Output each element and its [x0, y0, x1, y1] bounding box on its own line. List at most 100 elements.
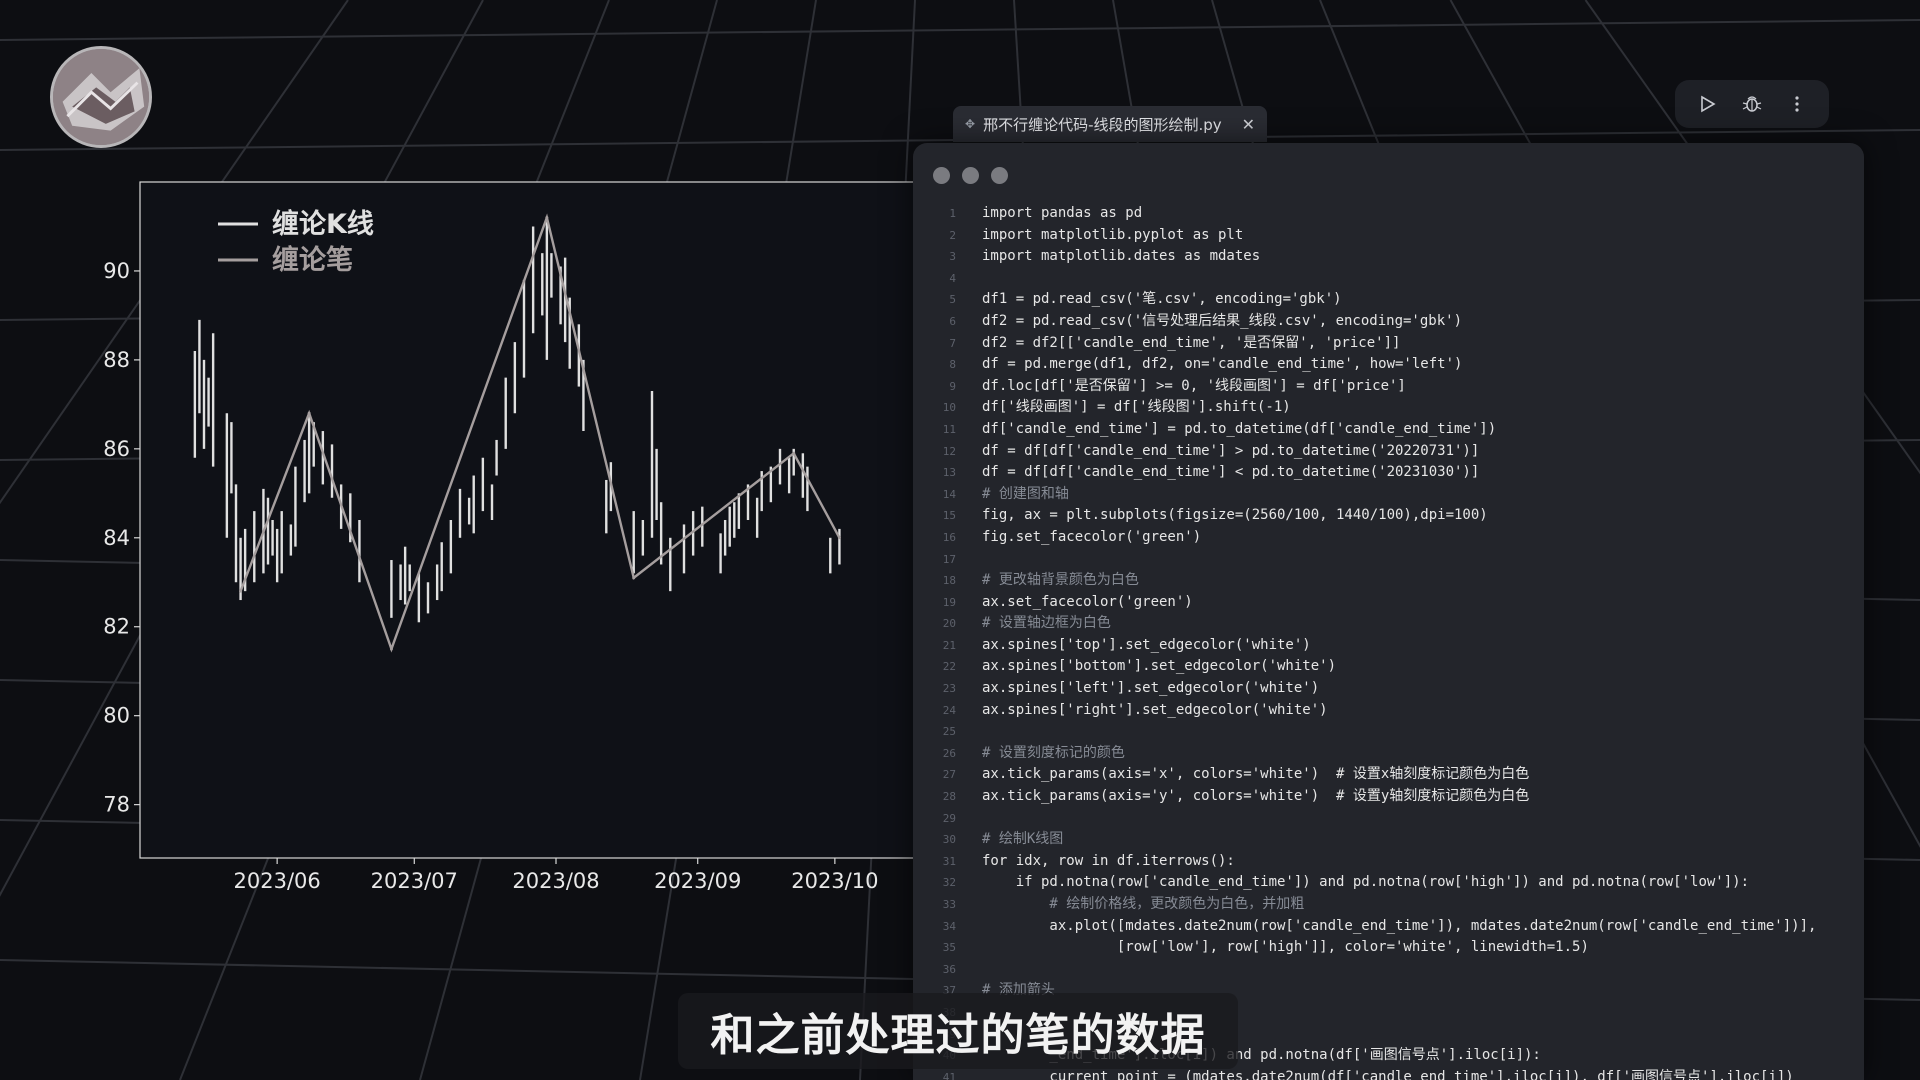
bug-icon: [1742, 96, 1762, 112]
line-number: 2: [949, 228, 956, 242]
y-tick-label: 78: [103, 793, 130, 817]
line-number: 32: [942, 876, 956, 890]
line-number: 30: [942, 833, 956, 847]
window-controls: [933, 167, 1008, 184]
line-number: 26: [942, 746, 956, 760]
bi-point: [837, 536, 841, 540]
more-button[interactable]: [1781, 88, 1813, 120]
line-number: 1: [949, 207, 956, 220]
code-line: 34 ax.plot([mdates.date2num(row['candle_…: [913, 916, 1864, 938]
line-number: 20: [942, 617, 956, 631]
code-text: ax.spines['top'].set_edgecolor('white'): [982, 636, 1311, 653]
line-number: 4: [949, 271, 956, 285]
line-number: 14: [942, 487, 956, 501]
line-number: 23: [942, 682, 956, 696]
bi-point: [545, 216, 549, 220]
line-number: 21: [942, 638, 956, 652]
code-text: df['candle_end_time'] = pd.to_datetime(d…: [982, 420, 1497, 437]
code-line: 35 [row['low'], row['high']], color='whi…: [913, 937, 1864, 959]
avatar-image: [53, 49, 149, 145]
code-text: df2 = df2[['candle_end_time', '是否保留', 'p…: [982, 334, 1401, 351]
y-tick-label: 80: [103, 704, 130, 728]
code-text: if pd.notna(row['candle_end_time']) and …: [982, 874, 1750, 891]
line-number: 33: [942, 898, 956, 911]
line-number: 13: [942, 466, 956, 480]
bi-point: [239, 589, 243, 593]
video-subtitle: 和之前处理过的笔的数据: [678, 993, 1238, 1069]
code-line: 27 ax.tick_params(axis='x', colors='white…: [913, 764, 1864, 786]
code-line: 28 ax.tick_params(axis='y', colors='white…: [913, 786, 1864, 808]
y-tick-label: 88: [103, 348, 130, 372]
code-line: 18 # 更改轴背景颜色为白色: [913, 570, 1864, 592]
code-text: ax.tick_params(axis='x', colors='white')…: [982, 766, 1530, 783]
play-icon: [1701, 95, 1716, 113]
plot-frame: [139, 181, 920, 859]
line-number: 10: [942, 401, 956, 415]
x-tick-label: 2023/08: [512, 869, 599, 890]
legend-label: 缠论K线: [272, 208, 374, 240]
line-number: 19: [942, 595, 956, 609]
code-text: fig, ax = plt.subplots(figsize=(2560/100…: [982, 507, 1488, 524]
window-maximize-dot[interactable]: [991, 167, 1008, 184]
editor-toolbar: [1675, 80, 1829, 128]
code-line: 17: [913, 549, 1864, 571]
bi-point: [389, 647, 393, 651]
kline-chart: 78 80 82 84 86 88 90 2023/06 2023/07 2023/08 2023/…: [103, 181, 920, 890]
code-line: 25: [913, 721, 1864, 743]
code-line: 30 # 绘制K线图: [913, 829, 1864, 851]
close-icon[interactable]: ✕: [1242, 115, 1255, 134]
run-button[interactable]: [1691, 88, 1723, 120]
line-number: 25: [942, 725, 956, 739]
line-number: 34: [942, 919, 956, 933]
code-line: 1 import pandas as pd: [913, 203, 1864, 225]
window-close-dot[interactable]: [933, 167, 950, 184]
code-line: 26 # 设置刻度标记的颜色: [913, 743, 1864, 765]
bi-point: [307, 411, 311, 415]
code-line: 6 df2 = pd.read_csv('信号处理后结果_线段.csv', enc…: [913, 311, 1864, 333]
bi-point: [792, 451, 796, 455]
code-line: 31 for idx, row in df.iterrows():: [913, 851, 1864, 873]
code-line: 24 ax.spines['right'].set_edgecolor('whit…: [913, 700, 1864, 722]
code-text: # 绘制价格线，更改颜色为白色，并加粗: [982, 896, 1305, 912]
code-text: # 设置刻度标记的颜色: [982, 744, 1125, 761]
window-minimize-dot[interactable]: [962, 167, 979, 184]
code-text: import pandas as pd: [982, 205, 1143, 221]
code-editor[interactable]: 1 import pandas as pd 2 import matplotlib.p…: [913, 143, 1864, 1080]
code-line: 10 df['线段画图'] = df['线段图'].shift(-1): [913, 397, 1864, 419]
line-number: 6: [949, 314, 956, 328]
code-text: df2 = pd.read_csv('信号处理后结果_线段.csv', enco…: [982, 312, 1463, 329]
code-text: df = df[df['candle_end_time'] > pd.to_da…: [982, 442, 1480, 459]
line-number: 27: [942, 768, 956, 782]
line-number: 18: [942, 574, 956, 588]
code-line: 23 ax.spines['left'].set_edgecolor('white…: [913, 678, 1864, 700]
line-number: 15: [942, 509, 956, 523]
code-line: 11 df['candle_end_time'] = pd.to_datetime…: [913, 419, 1864, 441]
code-text: # 设置轴边框为白色: [982, 615, 1111, 632]
code-text: # 更改轴背景颜色为白色: [982, 572, 1139, 589]
code-line: 36: [913, 959, 1864, 981]
code-text: ax.set_facecolor('green'): [982, 593, 1193, 610]
tab-file[interactable]: ✥ 邢不行缠论代码-线段的图形绘制.py ✕: [953, 106, 1267, 142]
code-line: 20 # 设置轴边框为白色: [913, 613, 1864, 635]
code-text: ax.plot([mdates.date2num(row['candle_end…: [982, 917, 1817, 934]
line-number: 5: [949, 293, 956, 307]
line-number: 17: [942, 552, 956, 566]
y-tick-label: 84: [103, 526, 130, 550]
line-number: 12: [942, 444, 956, 458]
code-line: 3 import matplotlib.dates as mdates: [913, 246, 1864, 268]
legend-label: 缠论笔: [272, 244, 353, 276]
code-text: import matplotlib.pyplot as plt: [982, 226, 1244, 243]
python-file-icon: ✥: [965, 117, 976, 131]
line-number: 31: [942, 854, 956, 868]
y-tick-label: 86: [103, 437, 130, 461]
code-text: ax.spines['bottom'].set_edgecolor('white…: [982, 658, 1337, 675]
line-number: 24: [942, 703, 956, 717]
debug-button[interactable]: [1736, 88, 1768, 120]
code-text: ax.spines['right'].set_edgecolor('white'…: [982, 701, 1328, 718]
code-text: fig.set_facecolor('green'): [982, 528, 1202, 545]
line-number: 28: [942, 790, 956, 804]
